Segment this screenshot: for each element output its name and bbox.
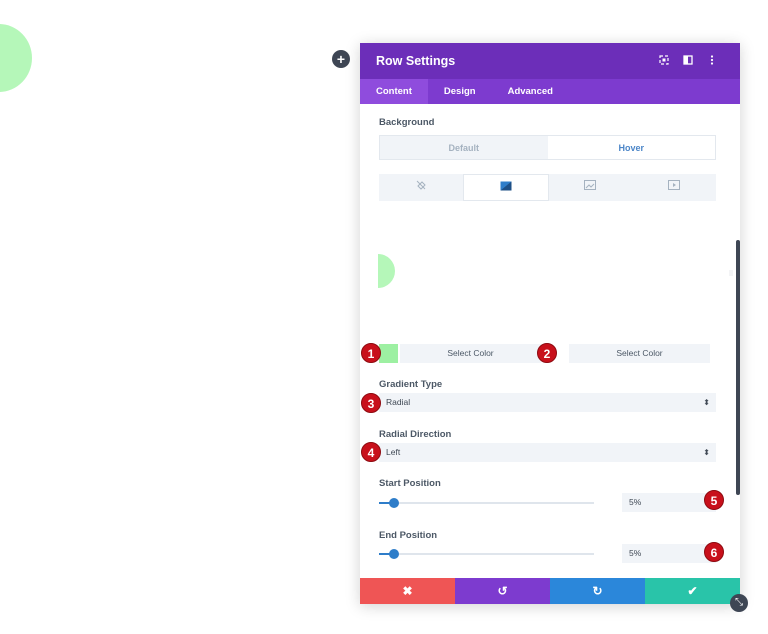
preview-corner-dot [729,270,733,276]
annotation-marker-2: 2 [537,343,557,363]
end-position-label: End Position [379,530,438,541]
cancel-button[interactable]: ✖ [360,578,455,604]
gradient-preview [378,254,395,288]
radial-direction-label: Radial Direction [379,429,452,440]
page-gradient-blob [0,24,32,92]
row-settings-panel: Row Settings Content Design Advanced Bac… [360,43,740,604]
bg-type-color-tab[interactable] [379,174,463,201]
gradient-type-value: Radial [386,397,411,407]
end-position-input[interactable]: 5% [622,544,716,563]
background-label: Background [379,117,435,128]
annotation-marker-1: 1 [361,343,381,363]
split-view-icon[interactable] [676,54,700,68]
gradient-start-color-swatch[interactable] [379,344,398,363]
background-mode-switch: Default Hover [379,135,716,160]
slider-handle[interactable] [389,498,399,508]
video-icon [668,180,681,192]
panel-scrollbar[interactable] [736,240,740,495]
panel-title: Row Settings [376,54,456,68]
radial-direction-value: Left [386,447,401,457]
color-icon [416,180,426,192]
annotation-marker-6: 6 [704,542,724,562]
panel-footer: ✖ ↺ ↻ ✔ [360,578,740,604]
select-color-end-button[interactable]: Select Color [569,344,710,363]
tab-content[interactable]: Content [360,79,428,104]
gradient-type-label: Gradient Type [379,379,443,390]
start-position-slider[interactable] [379,498,594,508]
select-arrows-icon: ⬍ [703,398,710,407]
radial-direction-select[interactable]: Left ⬍ [379,443,716,462]
canvas: + Row Settings Content Design Advanced B… [0,0,768,634]
bg-type-video-tab[interactable] [632,174,716,201]
image-icon [584,180,597,192]
panel-header: Row Settings [360,43,740,79]
background-type-tabs [379,174,716,201]
bg-type-gradient-tab[interactable] [462,174,549,201]
annotation-marker-3: 3 [361,393,381,413]
start-position-input[interactable]: 5% [622,493,716,512]
panel-body: Background Default Hover Select Color Se… [360,104,740,578]
annotation-marker-4: 4 [361,442,381,462]
select-arrows-icon: ⬍ [703,448,710,457]
slider-handle[interactable] [389,549,399,559]
gradient-type-select[interactable]: Radial ⬍ [379,393,716,412]
start-position-label: Start Position [379,478,441,489]
mode-hover-button[interactable]: Hover [547,136,715,159]
end-position-slider[interactable] [379,549,594,559]
tab-advanced[interactable]: Advanced [492,79,569,104]
bg-type-image-tab[interactable] [549,174,633,201]
focus-icon[interactable] [652,54,676,68]
redo-button[interactable]: ↻ [550,578,645,604]
panel-tabs: Content Design Advanced [360,79,740,104]
gradient-icon [500,181,512,193]
save-button[interactable]: ✔ [645,578,740,604]
select-color-start-button[interactable]: Select Color [400,344,541,363]
resize-handle-icon[interactable]: ⤡ [730,594,748,612]
undo-button[interactable]: ↺ [455,578,550,604]
add-row-button[interactable]: + [332,50,350,68]
tab-design[interactable]: Design [428,79,492,104]
annotation-marker-5: 5 [704,490,724,510]
mode-default-button[interactable]: Default [380,136,548,159]
more-icon[interactable] [700,54,724,68]
